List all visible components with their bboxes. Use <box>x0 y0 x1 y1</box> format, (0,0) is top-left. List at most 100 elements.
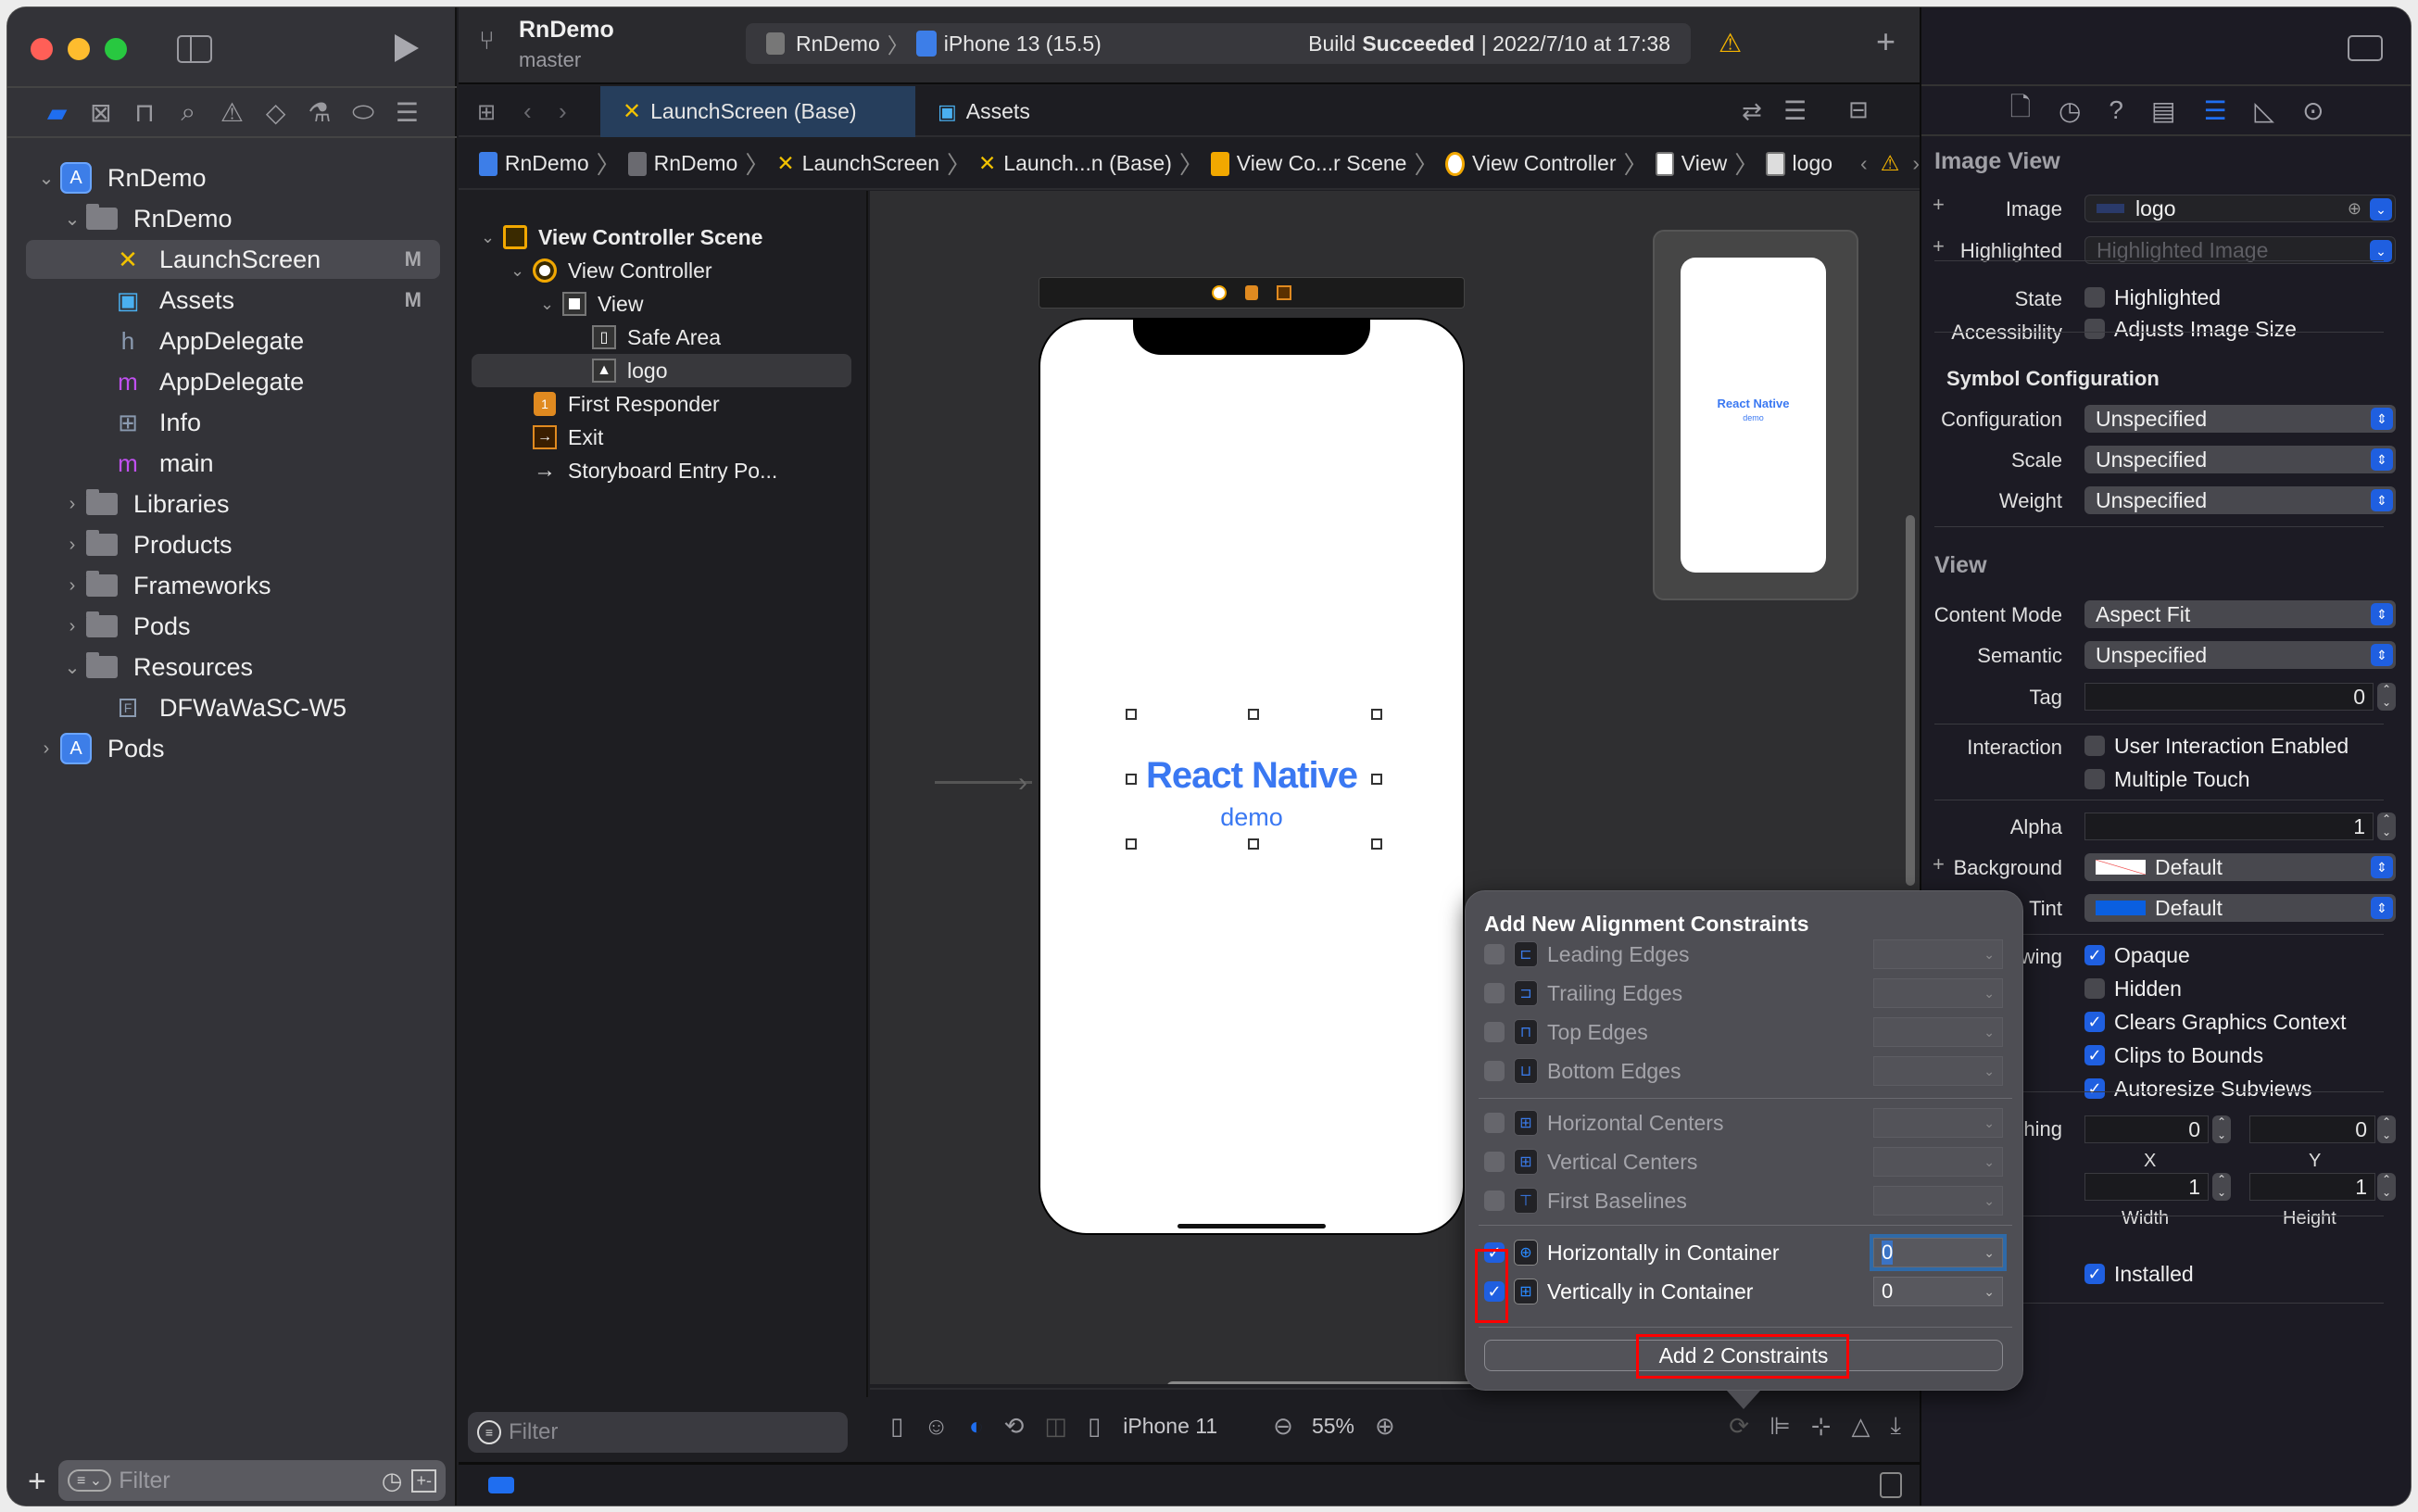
constraint-value-combo[interactable]: ⌄ <box>1873 978 2003 1008</box>
image-combo[interactable]: logo ⊕ ⌄ <box>2084 195 2396 222</box>
file-tree-item[interactable]: › Frameworks <box>7 566 457 605</box>
test-icon[interactable]: ◇ <box>259 97 293 128</box>
recent-files-icon[interactable]: ◷ <box>382 1467 403 1495</box>
outline-item[interactable]: 1 First Responder <box>472 387 851 421</box>
run-button[interactable] <box>395 34 419 62</box>
toggle-outline-icon[interactable]: ▯ <box>890 1412 903 1441</box>
outline-item[interactable]: ▯ Safe Area <box>472 321 851 354</box>
jumpbar-item[interactable]: View <box>1681 151 1727 176</box>
jumpbar-item[interactable]: View Co...r Scene <box>1237 151 1407 176</box>
constraint-checkbox[interactable] <box>1484 1113 1505 1133</box>
accessibility-icon[interactable]: ☺ <box>924 1412 949 1441</box>
scheme-selector[interactable]: RnDemo 〉 iPhone 13 (15.5) Build Succeede… <box>746 23 1691 64</box>
next-issue-icon[interactable]: › <box>1912 151 1920 176</box>
jumpbar-item[interactable]: logo <box>1793 151 1832 176</box>
back-icon[interactable]: ‹ <box>523 97 532 126</box>
related-items-icon[interactable]: ⇄ <box>1742 97 1762 126</box>
first-responder-icon[interactable] <box>1245 285 1258 300</box>
debug-area-toggle-icon[interactable] <box>1880 1472 1902 1498</box>
chevron-right-icon[interactable]: › <box>61 535 83 556</box>
chevron-down-icon[interactable]: ⌄ <box>2370 198 2392 220</box>
installed-checkbox[interactable]: ✓ <box>2084 1264 2105 1284</box>
constraint-value-combo[interactable]: ⌄ <box>1873 1056 2003 1086</box>
clips-to-bounds-checkbox[interactable]: ✓ <box>2084 1045 2105 1065</box>
warning-triangle-icon[interactable]: ⚠ <box>1719 28 1742 58</box>
file-tree-item[interactable]: › Pods <box>7 607 457 646</box>
alpha-stepper[interactable]: ⌃ ⌄ <box>2377 813 2396 840</box>
chevron-down-icon[interactable]: ⌄ <box>1984 1064 1995 1079</box>
search-icon[interactable]: ⌕ <box>171 97 205 128</box>
chevron-down-icon[interactable]: ⌄ <box>61 208 83 231</box>
zoom-out-icon[interactable]: ⊖ <box>1273 1412 1293 1441</box>
constraint-value-combo[interactable]: ⌄ <box>1873 1147 2003 1177</box>
editor-options-icon[interactable]: ☰ <box>1783 95 1807 126</box>
grid-icon[interactable]: ⊞ <box>477 99 496 126</box>
chevron-down-icon[interactable]: ⌄ <box>1984 1245 1995 1261</box>
warning-icon[interactable]: ⚠ <box>215 97 248 128</box>
configuration-popup[interactable]: Unspecified ⇕ <box>2084 405 2396 433</box>
size-icon[interactable]: ◺ <box>2255 95 2275 126</box>
report-icon[interactable]: ☰ <box>390 97 423 128</box>
constraint-checkbox[interactable] <box>1484 1152 1505 1172</box>
chevron-down-icon[interactable]: ⌄ <box>1984 1025 1995 1040</box>
semantic-popup[interactable]: Unspecified ⇕ <box>2084 641 2396 669</box>
outline-item[interactable]: → Storyboard Entry Po... <box>472 454 851 487</box>
constraint-value-combo[interactable]: ⌄ <box>1873 939 2003 969</box>
breakpoints-toggle-icon[interactable] <box>488 1477 514 1493</box>
warning-icon[interactable]: ⚠ <box>1881 151 1900 176</box>
exit-icon[interactable] <box>1277 285 1291 300</box>
help-icon[interactable]: ? <box>2109 95 2123 125</box>
outline-filter-input[interactable]: ≡ Filter <box>468 1412 848 1453</box>
clears-graphics-checkbox[interactable]: ✓ <box>2084 1012 2105 1032</box>
state-highlighted-checkbox[interactable] <box>2084 287 2105 308</box>
folder-icon[interactable]: ▰ <box>41 97 74 128</box>
file-tree-item[interactable]: F DFWaWaSC-W5 <box>7 688 457 727</box>
file-tree-item[interactable]: ⌄ RnDemo <box>7 199 457 238</box>
tab-assets[interactable]: ▣ Assets <box>915 86 1091 137</box>
file-tree-item[interactable]: ⌄ A RnDemo <box>7 158 457 197</box>
add-constraints-icon[interactable]: ⊹ <box>1811 1412 1832 1441</box>
constraint-checkbox[interactable] <box>1484 944 1505 964</box>
jumpbar-item[interactable]: RnDemo <box>654 151 738 176</box>
scheme-name[interactable]: RnDemo <box>796 32 880 57</box>
chevron-right-icon[interactable]: › <box>61 616 83 637</box>
background-popup[interactable]: Default ⇕ <box>2084 853 2396 881</box>
constraint-checkbox[interactable] <box>1484 1061 1505 1081</box>
autoresize-subviews-checkbox[interactable]: ✓ <box>2084 1078 2105 1099</box>
jumpbar-item[interactable]: LaunchScreen <box>802 151 939 176</box>
user-interaction-checkbox[interactable] <box>2084 736 2105 756</box>
device-selector[interactable]: iPhone 11 <box>1123 1414 1217 1439</box>
constraint-value-combo[interactable]: ⌄ <box>1873 1108 2003 1138</box>
update-frames-icon[interactable]: ⟳ <box>1729 1412 1749 1441</box>
chevron-down-icon[interactable]: ⌄ <box>35 167 57 190</box>
constraint-checkbox[interactable] <box>1484 1022 1505 1042</box>
resize-handle[interactable] <box>1126 774 1137 785</box>
phone-frame[interactable]: React Native demo <box>1039 318 1465 1235</box>
vertical-scrollbar[interactable] <box>1906 515 1915 886</box>
jumpbar-item[interactable]: RnDemo <box>505 151 589 176</box>
plus-icon[interactable]: + <box>1876 22 1895 61</box>
outline-item[interactable]: → Exit <box>472 421 851 454</box>
sidebar-toggle-icon[interactable] <box>177 35 212 63</box>
chevron-right-icon[interactable]: › <box>61 575 83 597</box>
resize-handle[interactable] <box>1371 774 1382 785</box>
chevron-down-icon[interactable]: ⌄ <box>2370 240 2392 262</box>
connections-icon[interactable]: ⊙ <box>2302 95 2324 126</box>
file-tree-item[interactable]: ▣ Assets M <box>7 281 457 320</box>
outline-item[interactable]: ▲ logo <box>472 354 851 387</box>
file-tree-item[interactable]: ✕ LaunchScreen M <box>7 240 457 279</box>
chevron-down-icon[interactable]: ⌄ <box>540 295 560 314</box>
resize-handle[interactable] <box>1126 709 1137 720</box>
forward-icon[interactable]: › <box>559 97 567 126</box>
scale-popup[interactable]: Unspecified ⇕ <box>2084 446 2396 473</box>
align-icon[interactable]: ⊫ <box>1769 1412 1791 1441</box>
history-icon[interactable]: ◷ <box>2059 95 2081 126</box>
split-icon[interactable]: ◫ <box>1044 1412 1067 1441</box>
attributes-icon[interactable]: ☰ <box>2203 95 2226 126</box>
orientation-icon[interactable]: ⟲ <box>1004 1412 1025 1441</box>
constraint-checkbox[interactable] <box>1484 1191 1505 1211</box>
content-mode-popup[interactable]: Aspect Fit ⇕ <box>2084 600 2396 628</box>
add-variation-icon[interactable]: + <box>1933 234 1945 258</box>
breakpoint-icon[interactable]: ⬭ <box>346 97 380 128</box>
tab-launchscreen[interactable]: ✕ LaunchScreen (Base) <box>600 86 915 137</box>
